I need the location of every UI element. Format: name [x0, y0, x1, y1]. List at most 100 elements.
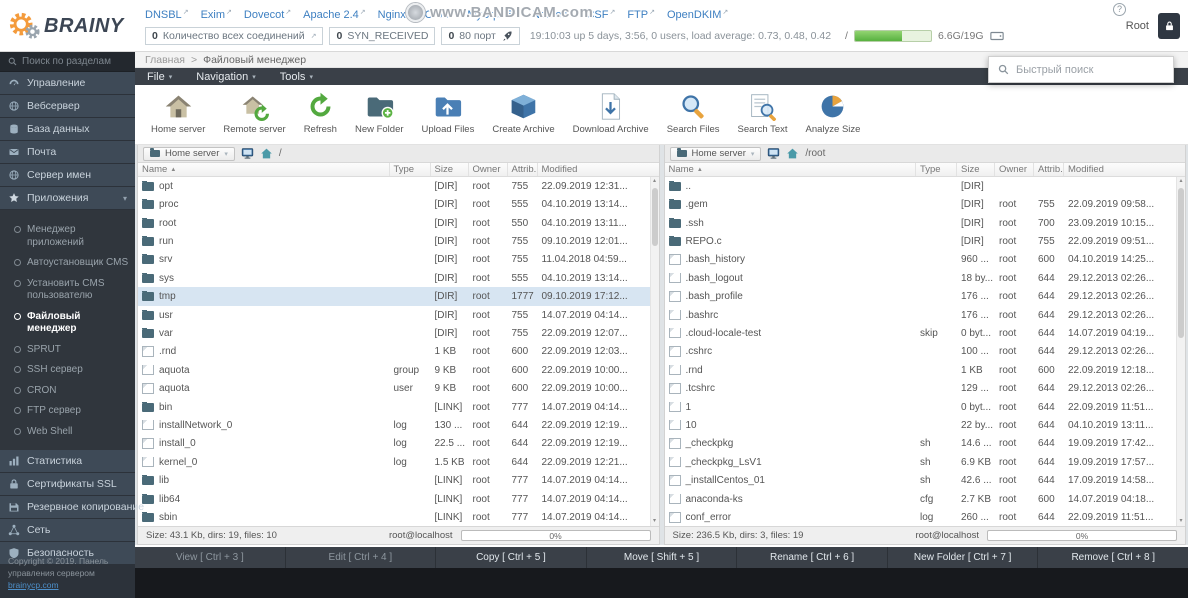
home-directory-icon[interactable]: [260, 147, 273, 160]
create-archive-button[interactable]: Create Archive: [484, 90, 562, 137]
column-header[interactable]: Owner: [469, 163, 508, 176]
sidebar-search[interactable]: [0, 52, 135, 72]
column-header[interactable]: Size: [957, 163, 995, 176]
sidebar-subitem[interactable]: Менеджер приложений: [0, 220, 135, 253]
sidebar-item-management[interactable]: Управление: [0, 72, 135, 95]
file-row[interactable]: conf_error log 260 ... root 644 22.09.20…: [665, 508, 1177, 526]
refresh-button[interactable]: Refresh: [296, 90, 345, 137]
file-row[interactable]: .bashrc 176 ... root 644 29.12.2013 02:2…: [665, 306, 1177, 324]
search-files-button[interactable]: Search Files: [659, 90, 728, 137]
file-row[interactable]: .bash_history 960 ... root 600 04.10.201…: [665, 251, 1177, 269]
file-row[interactable]: _checkpkg_LsV1 sh 6.9 KB root 644 19.09.…: [665, 453, 1177, 471]
logout-lock-button[interactable]: [1158, 13, 1180, 39]
file-row[interactable]: .rnd 1 KB root 600 22.09.2019 12:03...: [138, 343, 650, 361]
sidebar-item-backup[interactable]: Резервное копирование: [0, 496, 135, 519]
server-select-dropdown[interactable]: Home server: [670, 147, 762, 161]
column-header[interactable]: Type: [390, 163, 431, 176]
scroll-up-icon[interactable]: [1177, 177, 1185, 186]
sidebar-subitem[interactable]: SPRUT: [0, 340, 135, 361]
file-row[interactable]: opt [DIR] root 755 22.09.2019 12:31...: [138, 177, 650, 195]
sidebar-item-nameserver[interactable]: Сервер имен: [0, 164, 135, 187]
column-header[interactable]: Name: [665, 163, 917, 176]
upload-files-button[interactable]: Upload Files: [414, 90, 483, 137]
file-row[interactable]: usr [DIR] root 755 14.07.2019 04:14...: [138, 306, 650, 324]
column-header[interactable]: Attrib...: [1034, 163, 1064, 176]
column-header[interactable]: Name: [138, 163, 390, 176]
file-row[interactable]: sbin [LINK] root 777 14.07.2019 04:14...: [138, 508, 650, 526]
file-row[interactable]: root [DIR] root 550 04.10.2019 13:11...: [138, 214, 650, 232]
computer-icon[interactable]: [241, 147, 254, 160]
help-icon[interactable]: ?: [1113, 3, 1126, 16]
file-row[interactable]: sys [DIR] root 555 04.10.2019 13:14...: [138, 269, 650, 287]
column-header[interactable]: Size: [431, 163, 469, 176]
file-row[interactable]: anaconda-ks cfg 2.7 KB root 600 14.07.20…: [665, 490, 1177, 508]
scrollbar[interactable]: [650, 177, 659, 526]
file-row[interactable]: install_0 log 22.5 ... root 644 22.09.20…: [138, 435, 650, 453]
sidebar-item-database[interactable]: База данных: [0, 118, 135, 141]
sidebar-item-applications[interactable]: Приложения: [0, 187, 135, 210]
sidebar-item-mail[interactable]: Почта: [0, 141, 135, 164]
sidebar-subitem[interactable]: Файловый менеджер: [0, 307, 135, 340]
sidebar-item-webserver[interactable]: Вебсервер: [0, 95, 135, 118]
sidebar-subitem[interactable]: Автоустановщик CMS: [0, 253, 135, 274]
file-row[interactable]: bin [LINK] root 777 14.07.2019 04:14...: [138, 398, 650, 416]
file-row[interactable]: .. [DIR]: [665, 177, 1177, 195]
search-text-button[interactable]: Search Text: [730, 90, 796, 137]
file-row[interactable]: aquota user 9 KB root 600 22.09.2019 10:…: [138, 379, 650, 397]
scroll-up-icon[interactable]: [651, 177, 659, 186]
file-row[interactable]: .cshrc 100 ... root 644 29.12.2013 02:26…: [665, 343, 1177, 361]
action-button[interactable]: Copy [ Ctrl + 5 ]: [436, 547, 587, 568]
download-archive-button[interactable]: Download Archive: [565, 90, 657, 137]
column-header[interactable]: Modified: [538, 163, 650, 176]
file-row[interactable]: .cloud-locale-test skip 0 byt... root 64…: [665, 324, 1177, 342]
sidebar-subitem[interactable]: CRON: [0, 381, 135, 402]
action-button[interactable]: Move [ Shift + 5 ]: [587, 547, 738, 568]
home-server-button[interactable]: Home server: [143, 90, 213, 137]
sidebar-subitem[interactable]: Установить CMS пользователю: [0, 274, 135, 307]
service-link[interactable]: Dovecot: [244, 8, 291, 21]
file-row[interactable]: 10 22 by... root 644 04.10.2019 13:11...: [665, 416, 1177, 434]
file-row[interactable]: _installCentos_01 sh 42.6 ... root 644 1…: [665, 472, 1177, 490]
file-row[interactable]: aquota group 9 KB root 600 22.09.2019 10…: [138, 361, 650, 379]
remote-server-button[interactable]: Remote server: [215, 90, 293, 137]
analyze-size-button[interactable]: Analyze Size: [798, 90, 869, 137]
file-row[interactable]: lib64 [LINK] root 777 14.07.2019 04:14..…: [138, 490, 650, 508]
service-link[interactable]: DNSBL: [145, 8, 189, 21]
computer-icon[interactable]: [767, 147, 780, 160]
sidebar-item-ssl-certificates[interactable]: Сертификаты SSL: [0, 473, 135, 496]
menubar-item[interactable]: Tools: [268, 68, 325, 85]
sidebar-item-statistics[interactable]: Статистика: [0, 450, 135, 473]
sidebar-subitem[interactable]: Web Shell: [0, 422, 135, 443]
file-row[interactable]: .gem [DIR] root 755 22.09.2019 09:58...: [665, 195, 1177, 213]
file-row[interactable]: .ssh [DIR] root 700 23.09.2019 10:15...: [665, 214, 1177, 232]
sidebar-item-network[interactable]: Сеть: [0, 519, 135, 542]
column-header[interactable]: Modified: [1064, 163, 1176, 176]
service-link[interactable]: FTP: [627, 8, 655, 21]
file-row[interactable]: lib [LINK] root 777 14.07.2019 04:14...: [138, 472, 650, 490]
menubar-item[interactable]: Navigation: [184, 68, 268, 85]
file-row[interactable]: installNetwork_0 log 130 ... root 644 22…: [138, 416, 650, 434]
file-row[interactable]: REPO.c [DIR] root 755 22.09.2019 09:51..…: [665, 232, 1177, 250]
service-link[interactable]: OpenDKIM: [667, 8, 728, 21]
file-row[interactable]: 1 0 byt... root 644 22.09.2019 11:51...: [665, 398, 1177, 416]
action-button[interactable]: Rename [ Ctrl + 6 ]: [737, 547, 888, 568]
file-row[interactable]: .tcshrc 129 ... root 644 29.12.2013 02:2…: [665, 379, 1177, 397]
column-header[interactable]: Type: [916, 163, 957, 176]
sidebar-subitem[interactable]: FTP сервер: [0, 401, 135, 422]
new-folder-button[interactable]: New Folder: [347, 90, 412, 137]
server-select-dropdown[interactable]: Home server: [143, 147, 235, 161]
file-row[interactable]: tmp [DIR] root 1777 09.10.2019 17:12...: [138, 287, 650, 305]
service-link[interactable]: Apache 2.4: [303, 8, 366, 21]
file-row[interactable]: _checkpkg sh 14.6 ... root 644 19.09.201…: [665, 435, 1177, 453]
file-row[interactable]: .bash_logout 18 by... root 644 29.12.201…: [665, 269, 1177, 287]
file-row[interactable]: var [DIR] root 755 22.09.2019 12:07...: [138, 324, 650, 342]
sidebar-search-input[interactable]: [22, 56, 127, 67]
breadcrumb-home[interactable]: Главная: [145, 54, 185, 66]
sidebar-subitem[interactable]: SSH сервер: [0, 360, 135, 381]
file-row[interactable]: kernel_0 log 1.5 KB root 644 22.09.2019 …: [138, 453, 650, 471]
quick-search-input[interactable]: [1016, 64, 1164, 76]
file-row[interactable]: run [DIR] root 755 09.10.2019 12:01...: [138, 232, 650, 250]
scrollbar[interactable]: [1176, 177, 1185, 526]
action-button[interactable]: New Folder [ Ctrl + 7 ]: [888, 547, 1039, 568]
column-header[interactable]: Owner: [995, 163, 1034, 176]
